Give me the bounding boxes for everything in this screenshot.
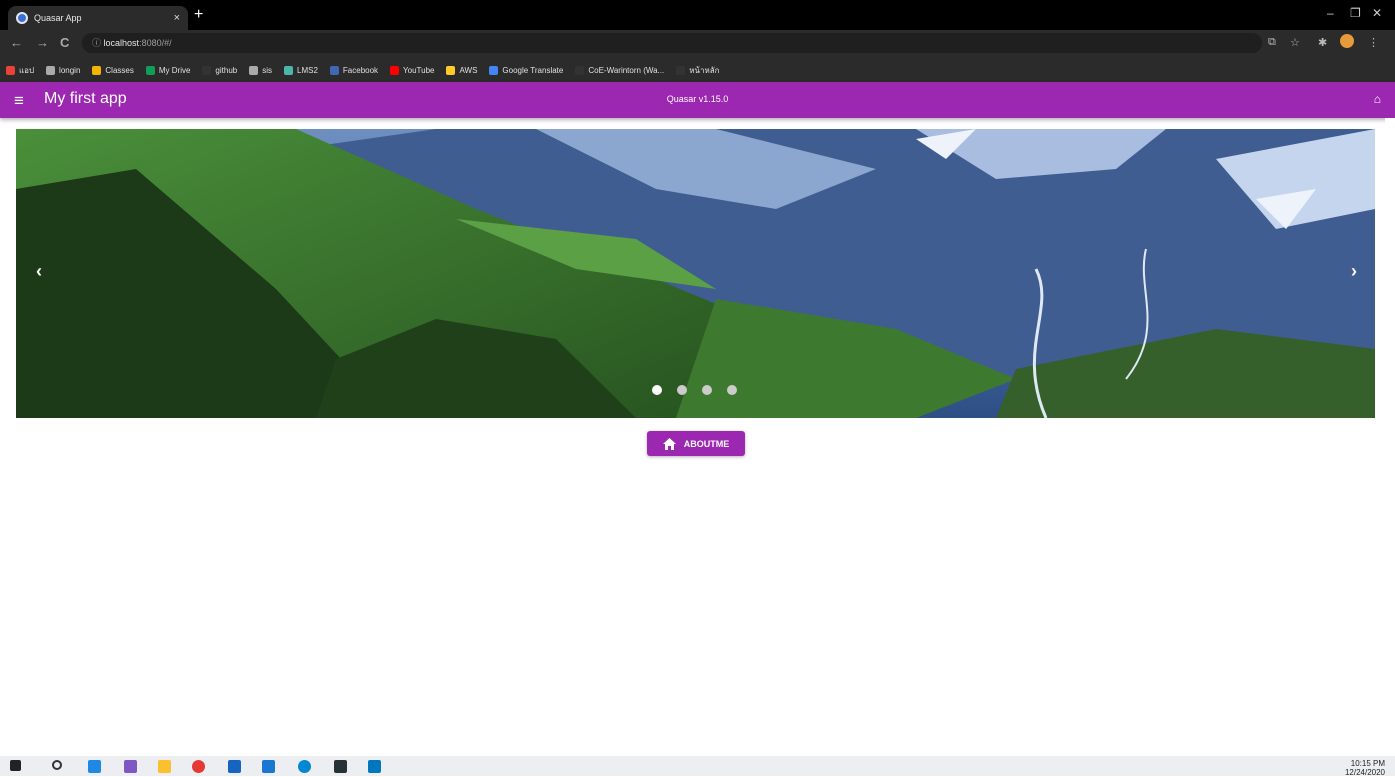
bookmark-item[interactable]: Classes [92,65,134,75]
close-window-icon[interactable]: ✕ [1372,6,1382,20]
bookmark-label: หน้าหลัก [689,65,720,75]
bookmark-favicon-icon [202,65,212,75]
bookmark-favicon-icon [46,65,56,75]
url-input[interactable]: ⓘ localhost:8080/#/ [82,33,1262,53]
bookmark-item[interactable]: LMS2 [284,65,318,75]
bookmark-favicon-icon [6,65,15,75]
task-view-icon[interactable] [88,760,101,773]
bookmark-favicon-icon [284,65,293,75]
bookmark-label: Classes [105,65,134,75]
maximize-icon[interactable]: ❐ [1350,6,1361,20]
bookmark-label: github [215,65,238,75]
chrome-icon[interactable] [192,760,205,773]
bookmark-favicon-icon [249,65,259,75]
new-tab-button[interactable]: + [194,6,203,24]
bookmark-favicon-icon [145,65,155,75]
bookmark-favicon-icon [446,65,456,75]
forward-icon[interactable]: → [36,35,49,50]
bookmark-item[interactable]: YouTube [390,65,435,75]
scrollbar[interactable] [1385,118,1395,756]
bookmark-label: CoE-Warintorn (Wa... [588,65,665,75]
bookmark-label: Google Translate [502,65,564,75]
bookmark-favicon-icon [575,65,585,75]
version-label: Quasar v1.15.0 [666,94,729,104]
windows-start-icon[interactable] [10,760,21,771]
aboutme-label: ABOUTME [683,438,730,449]
bookmark-item[interactable]: longin [46,65,81,75]
tab-title: Quasar App [34,13,82,23]
bookmark-label: sis [262,65,272,75]
bookmark-label: YouTube [403,65,435,75]
bookmark-favicon-icon [92,65,102,75]
search-icon[interactable] [52,760,62,770]
taskbar-clock[interactable]: 10:15 PM 12/24/2020 [1345,759,1385,777]
bookmark-item[interactable]: CoE-Warintorn (Wa... [575,65,665,75]
bookmark-label: AWS [459,65,478,75]
bookmark-item[interactable]: sis [249,65,272,75]
bookmark-item[interactable]: หน้าหลัก [676,64,720,77]
bookmark-item[interactable]: Facebook [329,65,379,75]
photos-icon[interactable] [262,760,275,773]
url-path: :8080/#/ [139,38,172,48]
vscode-icon[interactable] [368,760,381,773]
carousel-dot-1[interactable] [652,385,662,395]
bookmark-label: แอป [19,65,35,75]
carousel-indicators [652,385,737,395]
translate-icon[interactable]: ⧉ [1268,36,1276,49]
bookmark-star-icon[interactable]: ☆ [1290,36,1300,49]
visual-studio-icon[interactable] [124,760,137,773]
back-icon[interactable]: ← [10,35,23,50]
teamviewer-icon[interactable] [298,760,311,773]
image-carousel: ‹ › [16,129,1375,418]
more-icon[interactable]: ⋮ [1368,36,1379,49]
terminal-icon[interactable] [334,760,347,773]
bookmark-favicon-icon [390,65,400,75]
bookmarks-bar: แอป longin Classes My Drive github sis LMS2 Fac… [0,58,1395,82]
bookmark-item[interactable]: AWS [446,65,478,75]
home-icon[interactable]: ⌂ [1374,92,1381,106]
bookmark-favicon-icon [676,65,686,75]
carousel-dot-2[interactable] [677,385,687,395]
carousel-dot-4[interactable] [727,385,737,395]
file-explorer-icon[interactable] [158,760,171,773]
carousel-dot-3[interactable] [702,385,712,395]
browser-tab[interactable]: Quasar App × [8,6,188,30]
clock-time: 10:15 PM [1350,759,1385,768]
bookmark-favicon-icon [329,65,339,75]
bookmark-item[interactable]: Google Translate [489,65,564,75]
carousel-prev-icon[interactable]: ‹ [36,261,42,282]
word-icon[interactable] [228,760,241,773]
site-info-icon[interactable]: ⓘ [92,38,101,48]
profile-avatar[interactable] [1340,34,1354,48]
bookmark-label: LMS2 [297,65,318,75]
bookmark-label: Facebook [342,65,379,75]
home-icon [662,437,676,450]
bookmark-label: My Drive [158,65,191,75]
bookmark-item[interactable]: github [202,65,238,75]
carousel-next-icon[interactable]: › [1351,261,1357,282]
address-bar: ← → C ⓘ localhost:8080/#/ ⧉ ☆ ✱ ⋮ [0,30,1395,58]
bookmark-label: longin [59,65,81,75]
mountain-landscape-image [16,129,1375,418]
aboutme-button[interactable]: ABOUTME [647,431,745,456]
bookmark-favicon-icon [489,65,499,75]
extensions-icon[interactable]: ✱ [1318,36,1327,49]
url-host: localhost [103,38,140,48]
minimize-icon[interactable]: – [1327,6,1334,20]
bookmark-item[interactable]: แอป [6,64,34,77]
app-header: ≡ My first app Quasar v1.15.0 ⌂ [0,82,1395,118]
browser-tab-strip: Quasar App × + – ❐ ✕ [0,0,1395,30]
reload-icon[interactable]: C [60,35,69,50]
quasar-favicon-icon [16,12,28,24]
bookmark-item[interactable]: My Drive [145,65,191,75]
tab-close-icon[interactable]: × [174,12,180,24]
windows-taskbar: 10:15 PM 12/24/2020 [0,756,1395,777]
